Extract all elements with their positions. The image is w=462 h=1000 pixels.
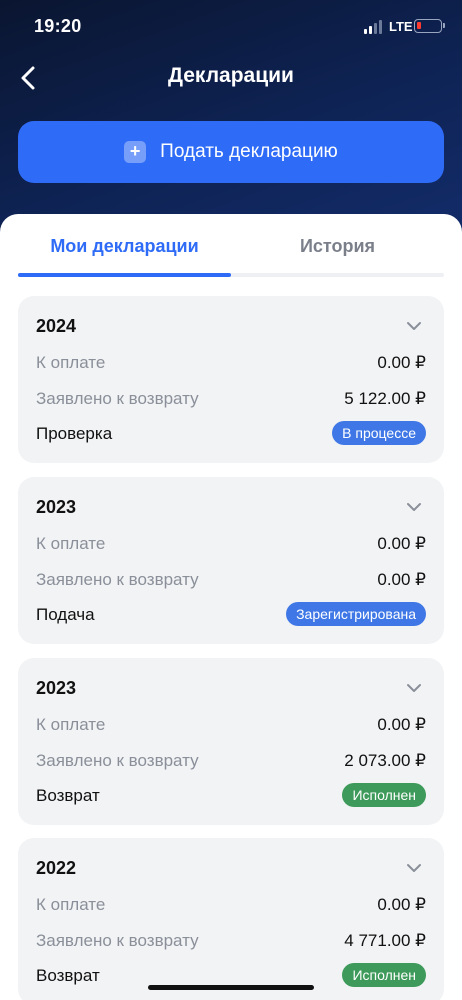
battery-icon	[414, 19, 442, 33]
home-indicator[interactable]	[148, 985, 314, 990]
status-badge: В процессе	[332, 421, 426, 445]
stage-label: Возврат	[36, 786, 100, 805]
claimed-refund-label: Заявлено к возврату	[36, 570, 199, 589]
content-sheet: Мои декларации История 2024 К оплате 0.0…	[0, 214, 462, 1000]
status-time: 19:20	[34, 16, 82, 36]
to-pay-value: 0.00 ₽	[377, 534, 426, 553]
plus-icon: +	[124, 141, 147, 163]
chevron-down-icon[interactable]	[406, 499, 422, 515]
to-pay-value: 0.00 ₽	[377, 715, 426, 734]
submit-declaration-label: Подать декларацию	[160, 141, 338, 162]
tab-indicator	[18, 273, 231, 277]
claimed-refund-value: 2 073.00 ₽	[344, 751, 426, 770]
claimed-refund-label: Заявлено к возврату	[36, 751, 199, 770]
chevron-down-icon[interactable]	[406, 680, 422, 696]
to-pay-label: К оплате	[36, 534, 106, 553]
claimed-refund-label: Заявлено к возврату	[36, 389, 199, 408]
tab-bar: Мои декларации История	[18, 236, 444, 278]
signal-icon	[364, 20, 384, 34]
status-badge: Зарегистрирована	[286, 602, 426, 626]
status-bar: 19:20 LTE	[0, 0, 462, 56]
declaration-year: 2024	[36, 316, 77, 336]
chevron-down-icon[interactable]	[406, 318, 422, 334]
claimed-refund-value: 0.00 ₽	[377, 570, 426, 589]
nav-bar: Декларации	[0, 58, 462, 98]
claimed-refund-value: 5 122.00 ₽	[344, 389, 426, 408]
stage-label: Проверка	[36, 424, 113, 443]
to-pay-label: К оплате	[36, 895, 106, 914]
stage-label: Возврат	[36, 966, 100, 985]
tab-my-declarations[interactable]: Мои декларации	[18, 236, 231, 272]
to-pay-label: К оплате	[36, 715, 106, 734]
declaration-year: 2023	[36, 497, 77, 517]
to-pay-label: К оплате	[36, 353, 106, 372]
status-badge: Исполнен	[342, 783, 426, 807]
claimed-refund-value: 4 771.00 ₽	[344, 931, 426, 950]
stage-label: Подача	[36, 605, 95, 624]
chevron-down-icon[interactable]	[406, 860, 422, 876]
submit-declaration-button[interactable]: + Подать декларацию	[18, 121, 444, 183]
declaration-year: 2022	[36, 858, 77, 878]
claimed-refund-label: Заявлено к возврату	[36, 931, 199, 950]
declaration-card[interactable]: 2023 К оплате 0.00 ₽ Заявлено к возврату…	[18, 658, 444, 825]
declaration-year: 2023	[36, 678, 77, 698]
network-type: LTE	[389, 19, 413, 34]
page-title: Декларации	[168, 64, 294, 87]
to-pay-value: 0.00 ₽	[377, 353, 426, 372]
tab-history[interactable]: История	[231, 236, 444, 272]
to-pay-value: 0.00 ₽	[377, 895, 426, 914]
declaration-card[interactable]: 2022 К оплате 0.00 ₽ Заявлено к возврату…	[18, 838, 444, 1000]
declaration-card[interactable]: 2024 К оплате 0.00 ₽ Заявлено к возврату…	[18, 296, 444, 463]
status-badge: Исполнен	[342, 963, 426, 987]
declaration-card[interactable]: 2023 К оплате 0.00 ₽ Заявлено к возврату…	[18, 477, 444, 644]
